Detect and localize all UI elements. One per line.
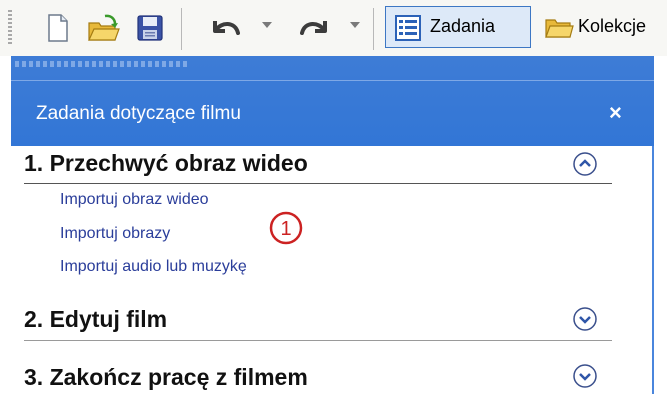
new-document-button[interactable]: [40, 8, 76, 48]
task-pane-border: [652, 146, 654, 394]
task-link-import-audio[interactable]: Importuj audio lub muzykę: [60, 258, 247, 276]
section-title-capture-video[interactable]: 1. Przechwyć obraz wideo: [24, 150, 308, 177]
section-divider: [24, 183, 612, 184]
task-link-import-images[interactable]: Importuj obrazy: [60, 225, 170, 243]
toolbar-separator: [181, 8, 182, 50]
redo-button[interactable]: [294, 8, 336, 48]
tasks-button-label[interactable]: Zadania: [430, 16, 495, 37]
collapse-chevron-up-icon[interactable]: [572, 151, 598, 177]
header-decoration: [15, 61, 190, 67]
undo-button[interactable]: [204, 8, 246, 48]
task-pane-header: [11, 56, 654, 146]
task-link-import-video[interactable]: Importuj obraz wideo: [60, 191, 209, 209]
task-pane-title: Zadania dotyczące filmu: [36, 103, 241, 124]
header-divider: [11, 80, 654, 81]
new-document-icon: [48, 14, 68, 42]
collections-folder-icon[interactable]: [544, 14, 574, 45]
toolbar-separator: [373, 8, 374, 50]
section-title-edit-movie[interactable]: 2. Edytuj film: [24, 306, 167, 333]
collections-button-label[interactable]: Kolekcje: [578, 16, 646, 37]
expand-chevron-down-icon[interactable]: [572, 363, 598, 389]
annotation-marker-1: 1: [269, 211, 303, 245]
redo-dropdown-chevron-icon[interactable]: [350, 22, 360, 28]
undo-icon: [213, 21, 240, 35]
expand-chevron-down-icon[interactable]: [572, 306, 598, 332]
tasks-list-icon: [395, 15, 421, 46]
section-title-finish-movie[interactable]: 3. Zakończ pracę z filmem: [24, 364, 308, 391]
toolbar: Zadania Kolekcje: [0, 0, 667, 56]
annotation-number: 1: [280, 218, 291, 240]
toolbar-grip[interactable]: [8, 10, 12, 46]
close-icon[interactable]: ×: [609, 100, 622, 126]
redo-icon: [300, 21, 327, 35]
undo-dropdown-chevron-icon[interactable]: [262, 22, 272, 28]
section-divider: [24, 340, 612, 341]
open-project-button[interactable]: [84, 8, 124, 48]
open-folder-icon: [88, 14, 120, 41]
save-disk-icon: [137, 15, 163, 41]
save-project-button[interactable]: [132, 8, 168, 48]
